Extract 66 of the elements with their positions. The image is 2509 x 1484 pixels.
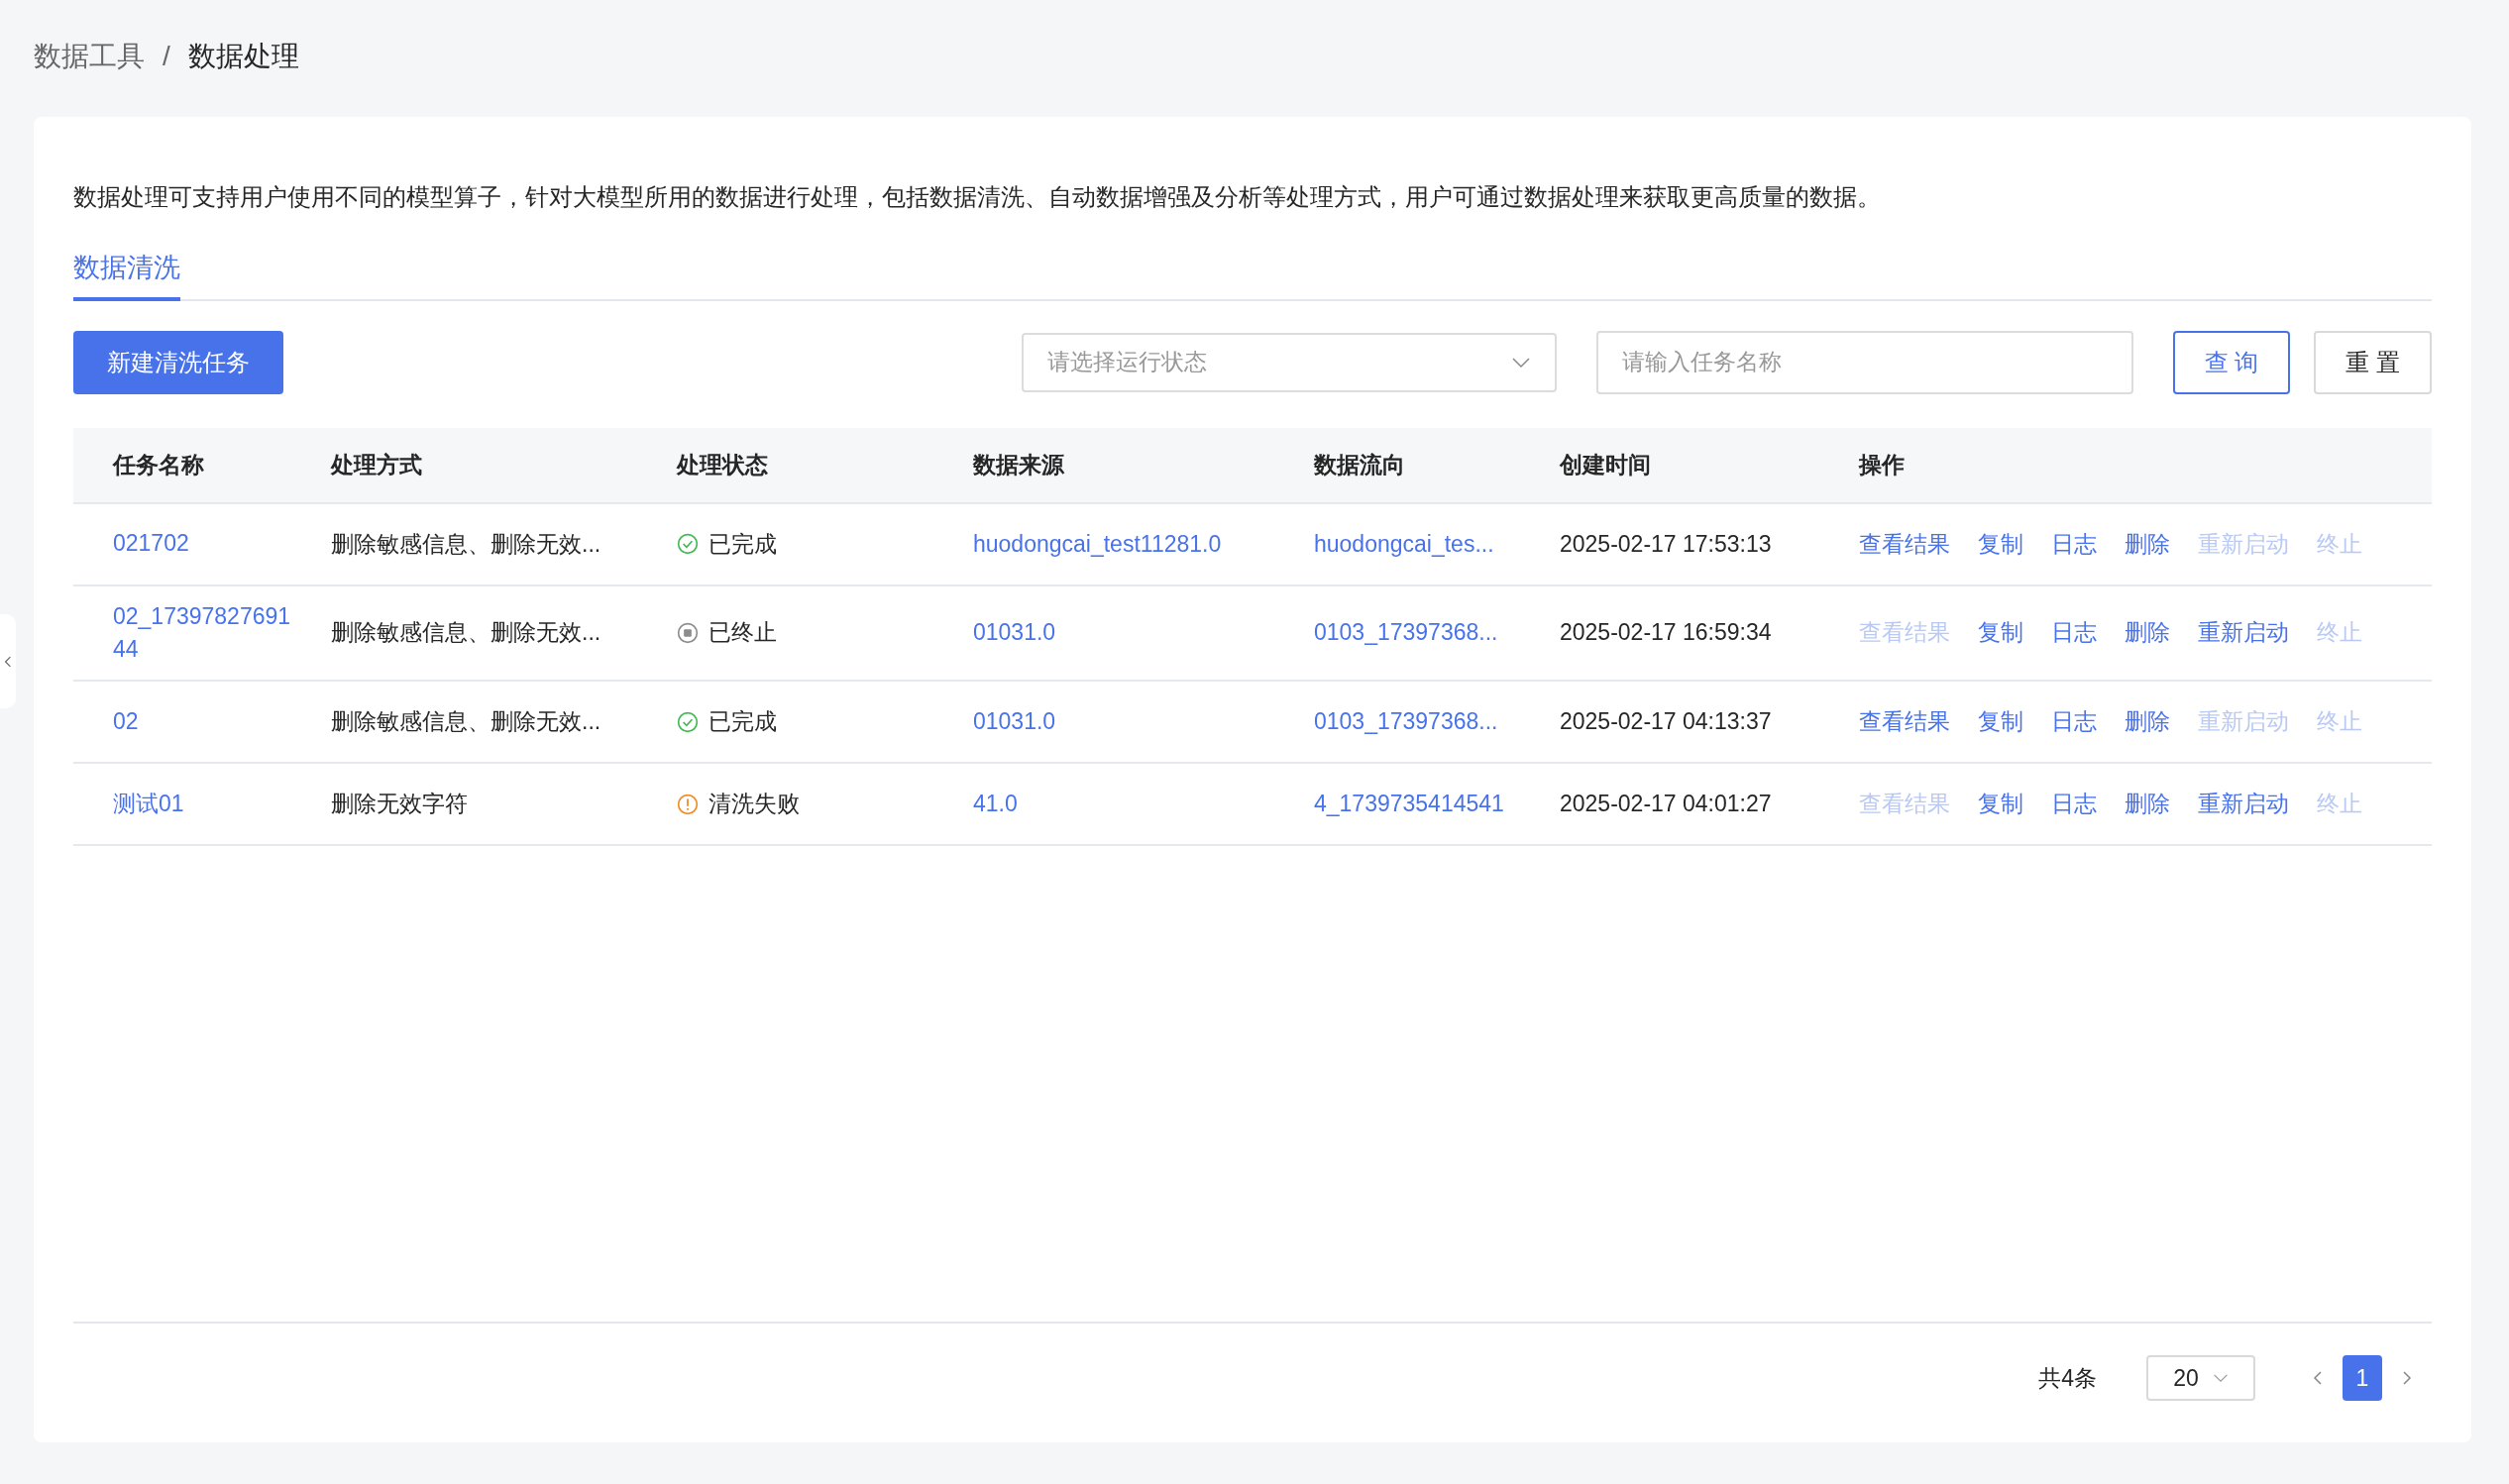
column-header: 数据流向 [1314, 451, 1405, 477]
action-link[interactable]: 日志 [2051, 789, 2097, 820]
action-link[interactable]: 日志 [2051, 706, 2097, 738]
created-time-text: 2025-02-17 17:53:13 [1560, 530, 1772, 557]
action-link[interactable]: 重新启动 [2198, 789, 2289, 820]
status-text: 已完成 [709, 529, 777, 559]
status-text: 已完成 [709, 707, 777, 737]
page-size-select[interactable]: 20 [2146, 1355, 2255, 1401]
status-text: 已终止 [709, 618, 777, 648]
page-button[interactable]: 1 [2343, 1355, 2382, 1401]
task-name-link[interactable]: 02_1739782769144 [113, 599, 291, 667]
total-count-text: 共4条 [2038, 1363, 2097, 1393]
previous-page-icon[interactable] [2313, 1370, 2323, 1386]
task-name-link[interactable]: 021702 [113, 527, 189, 561]
method-text: 删除敏感信息、删除无效... [331, 708, 601, 735]
action-link[interactable]: 查看结果 [1859, 528, 1950, 560]
action-link[interactable]: 删除 [2125, 528, 2170, 560]
action-link[interactable]: 删除 [2125, 706, 2170, 738]
column-header: 处理状态 [677, 451, 768, 477]
status-select[interactable]: 请选择运行状态 [1021, 332, 1557, 392]
created-time-text: 2025-02-17 04:01:27 [1560, 791, 1772, 817]
chevron-left-icon [4, 654, 12, 669]
description-text: 数据处理可支持用户使用不同的模型算子，针对大模型所用的数据进行处理，包括数据清洗、自动数据增强及分析等处理方式，用户可通过数据处理来获取更高质量的数据。 [73, 182, 1882, 212]
data-source-link[interactable]: huodongcai_test11281.0 [973, 530, 1222, 557]
data-target-link[interactable]: 0103_17397368... [1314, 708, 1498, 735]
data-target-link[interactable]: huodongcai_tes... [1314, 530, 1494, 557]
action-link[interactable]: 日志 [2051, 617, 2097, 649]
task-name-link[interactable]: 02 [113, 705, 139, 739]
action-link[interactable]: 删除 [2125, 789, 2170, 820]
create-task-button[interactable]: 新建清洗任务 [73, 330, 283, 394]
column-header: 任务名称 [113, 451, 204, 477]
action-link[interactable]: 删除 [2125, 617, 2170, 649]
method-text: 删除无效字符 [331, 791, 468, 817]
breadcrumb-item: 数据处理 [187, 40, 299, 73]
sidebar-toggle[interactable] [0, 614, 16, 708]
chevron-down-icon [2212, 1373, 2229, 1383]
created-time-text: 2025-02-17 16:59:34 [1560, 619, 1772, 646]
action-link[interactable]: 复制 [1978, 617, 2023, 649]
action-link[interactable]: 复制 [1978, 528, 2023, 560]
data-target-link[interactable]: 4_1739735414541 [1314, 791, 1504, 817]
method-text: 删除敏感信息、删除无效... [331, 530, 601, 557]
method-text: 删除敏感信息、删除无效... [331, 619, 601, 646]
created-time-text: 2025-02-17 04:13:37 [1560, 708, 1772, 735]
column-header: 创建时间 [1560, 451, 1651, 477]
action-link[interactable]: 复制 [1978, 706, 2023, 738]
next-page-icon[interactable] [2402, 1370, 2412, 1386]
column-header: 数据来源 [973, 451, 1064, 477]
action-link[interactable]: 日志 [2051, 528, 2097, 560]
action-link[interactable]: 查看结果 [1859, 706, 1950, 738]
task-name-link[interactable]: 测试01 [113, 788, 184, 821]
tab[interactable]: 数据清洗 [73, 243, 180, 301]
query-button[interactable]: 查 询 [2172, 330, 2291, 394]
data-source-link[interactable]: 41.0 [973, 791, 1018, 817]
action-link[interactable]: 重新启动 [2198, 617, 2289, 649]
status-text: 清洗失败 [709, 790, 800, 819]
data-source-link[interactable]: 01031.0 [973, 619, 1056, 646]
breadcrumb-item[interactable]: 数据工具 [34, 38, 145, 75]
task-name-search-field[interactable]: 请输入任务名称 [1595, 330, 2133, 394]
data-source-link[interactable]: 01031.0 [973, 708, 1056, 735]
data-target-link[interactable]: 0103_17397368... [1314, 619, 1498, 646]
column-header: 操作 [1859, 451, 1905, 477]
breadcrumb-separator: / [163, 41, 170, 72]
chevron-down-icon [1510, 356, 1531, 369]
reset-button[interactable]: 重 置 [2314, 330, 2432, 394]
action-link[interactable]: 复制 [1978, 789, 2023, 820]
column-header: 处理方式 [331, 451, 422, 477]
